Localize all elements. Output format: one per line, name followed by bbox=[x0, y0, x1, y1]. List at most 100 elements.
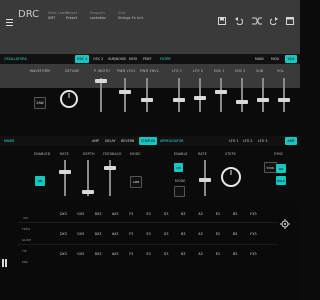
lfo2-slider-thumb[interactable] bbox=[194, 96, 206, 100]
param-sub: SUB bbox=[256, 69, 264, 73]
seq-step-note[interactable]: AX3 bbox=[112, 252, 119, 256]
tab-lfo3[interactable]: LFO 3 bbox=[258, 139, 267, 143]
seq-step-note[interactable]: DX3 bbox=[95, 212, 102, 216]
seq-step-note[interactable]: E3 bbox=[147, 232, 151, 236]
seq-step-note[interactable]: B3 bbox=[181, 232, 185, 236]
chorus-mode-button[interactable]: AMB bbox=[130, 176, 142, 188]
seq-step-note[interactable]: DX3 bbox=[60, 252, 67, 256]
env2-slider-thumb[interactable] bbox=[236, 100, 248, 104]
seq-step-note[interactable]: GX3 bbox=[77, 232, 84, 236]
chorus-feedback-slider-thumb[interactable] bbox=[104, 166, 116, 170]
seq-step-note[interactable]: F3 bbox=[129, 212, 133, 216]
param-env1: ENV 1 bbox=[214, 69, 225, 73]
seq-step-note[interactable]: B3 bbox=[233, 212, 237, 216]
row-label-glide: GLIDE bbox=[22, 238, 32, 242]
seq-step-note[interactable]: A3 bbox=[198, 252, 202, 256]
seq-step-note[interactable]: DX3 bbox=[60, 232, 67, 236]
env1-slider-thumb[interactable] bbox=[215, 90, 227, 94]
seq-step-note[interactable]: FX3 bbox=[250, 212, 256, 216]
param-pwm-env2: PWM ENV2 bbox=[140, 69, 160, 73]
tab-chorus[interactable]: CHORUS bbox=[139, 137, 157, 145]
seq-step-note[interactable]: B3 bbox=[181, 252, 185, 256]
seq-step-note[interactable]: AX3 bbox=[112, 212, 119, 216]
gear-icon[interactable] bbox=[280, 214, 290, 229]
tab-filter[interactable]: FILTER bbox=[160, 57, 171, 61]
keyboard-icon[interactable] bbox=[2, 252, 8, 267]
chorus-rate-slider-thumb[interactable] bbox=[59, 170, 71, 174]
meta-val-3: Lockstep bbox=[90, 16, 106, 20]
detune-knob[interactable] bbox=[60, 90, 78, 108]
undo-icon[interactable] bbox=[235, 10, 244, 26]
seq-step-note[interactable]: E3 bbox=[147, 212, 151, 216]
save-icon[interactable] bbox=[218, 10, 226, 25]
sub-slider-track bbox=[262, 78, 264, 112]
arp-mode-button[interactable] bbox=[174, 186, 185, 197]
pwidth-slider-thumb[interactable] bbox=[95, 79, 107, 83]
seq-step-note[interactable]: E3 bbox=[216, 252, 220, 256]
seq-step-note[interactable]: FX3 bbox=[250, 252, 256, 256]
tab-lfo2[interactable]: LFO 2 bbox=[243, 139, 252, 143]
meta-val-4: Strings Fx Init bbox=[118, 16, 144, 20]
redo-icon[interactable] bbox=[269, 10, 278, 26]
tab-reverb[interactable]: REVERB bbox=[121, 139, 134, 143]
seq-step-note[interactable]: DX3 bbox=[95, 232, 102, 236]
arp-rate-slider-thumb[interactable] bbox=[199, 178, 211, 182]
sub-slider-thumb[interactable] bbox=[257, 98, 269, 102]
seq-step-note[interactable]: F3 bbox=[129, 232, 133, 236]
seq-step-note[interactable]: FX3 bbox=[250, 232, 256, 236]
seq-step-note[interactable]: B3 bbox=[233, 252, 237, 256]
tab-vca[interactable]: VCA bbox=[285, 55, 297, 63]
seq-step-note[interactable]: AX3 bbox=[112, 232, 119, 236]
chorus-depth-slider-thumb[interactable] bbox=[82, 190, 94, 194]
seq-step-note[interactable]: DX3 bbox=[95, 252, 102, 256]
env2-slider-track bbox=[241, 78, 243, 112]
seq-step-note[interactable]: E3 bbox=[216, 232, 220, 236]
seq-step-note[interactable]: G3 bbox=[164, 232, 169, 236]
tab-osc2[interactable]: OSC 2 bbox=[93, 57, 103, 61]
param-arp-rate: RATE bbox=[198, 152, 207, 156]
seq-divider-1 bbox=[18, 222, 278, 223]
shuffle-icon[interactable] bbox=[252, 10, 262, 25]
seq-step-note[interactable]: A3 bbox=[198, 232, 202, 236]
tab-delay[interactable]: DELAY bbox=[105, 139, 116, 143]
chorus-enabled-button[interactable]: ON bbox=[35, 176, 45, 186]
window-icon[interactable] bbox=[286, 10, 294, 25]
arp-hold-button[interactable]: HOLD bbox=[276, 176, 286, 185]
arp-enable-button[interactable]: ON bbox=[174, 163, 183, 172]
pwm-env2-slider-thumb[interactable] bbox=[141, 98, 153, 102]
tab-arpeggiator[interactable]: ARPEGGIATOR bbox=[160, 139, 184, 143]
tab-sub-noise[interactable]: SUB/NOISE bbox=[108, 57, 126, 61]
arp-on-button[interactable]: ON bbox=[276, 164, 286, 173]
tab-mod-right[interactable]: MOD bbox=[271, 57, 279, 61]
seq-step-note[interactable]: F3 bbox=[129, 252, 133, 256]
tab-pdef[interactable]: PDEF bbox=[143, 57, 152, 61]
tab-mod[interactable]: MOD bbox=[129, 57, 137, 61]
seq-step-note[interactable]: GX3 bbox=[77, 212, 84, 216]
seq-step-note[interactable]: A3 bbox=[198, 212, 202, 216]
seq-step-note[interactable]: G3 bbox=[164, 252, 169, 256]
arp-mode-label: MODE bbox=[175, 179, 186, 183]
vol-slider-thumb[interactable] bbox=[278, 98, 290, 102]
tab-osc1[interactable]: OSC 1 bbox=[75, 55, 89, 63]
pwm-lfo1-slider-thumb[interactable] bbox=[119, 90, 131, 94]
pwm-lfo1-slider-track bbox=[124, 78, 126, 112]
row-label-ena: ENA bbox=[22, 260, 29, 264]
chorus-rate-slider-track bbox=[64, 160, 66, 196]
tab-amp[interactable]: AMP bbox=[92, 139, 99, 143]
seq-step-note[interactable]: G3 bbox=[164, 212, 169, 216]
lfo1-slider-thumb[interactable] bbox=[173, 98, 185, 102]
waveform-button[interactable]: SAW bbox=[34, 97, 46, 109]
tab-main[interactable]: MAIN bbox=[255, 57, 264, 61]
seq-step-note[interactable]: B3 bbox=[233, 232, 237, 236]
tab-amp-right[interactable]: AMP bbox=[285, 137, 297, 145]
tab-lfo1[interactable]: LFO 1 bbox=[229, 139, 238, 143]
seq-step-note[interactable]: GX3 bbox=[77, 252, 84, 256]
seq-step-note[interactable]: E3 bbox=[216, 212, 220, 216]
menu-icon[interactable] bbox=[6, 11, 13, 26]
seq-step-note[interactable]: DX3 bbox=[60, 212, 67, 216]
osc-section-label: OSCILLATORS bbox=[4, 57, 27, 61]
seq-step-note[interactable]: B3 bbox=[181, 212, 185, 216]
arp-steps-knob[interactable] bbox=[221, 167, 241, 187]
param-waveform: WAVEFORM bbox=[30, 69, 51, 73]
seq-step-note[interactable]: E3 bbox=[147, 252, 151, 256]
